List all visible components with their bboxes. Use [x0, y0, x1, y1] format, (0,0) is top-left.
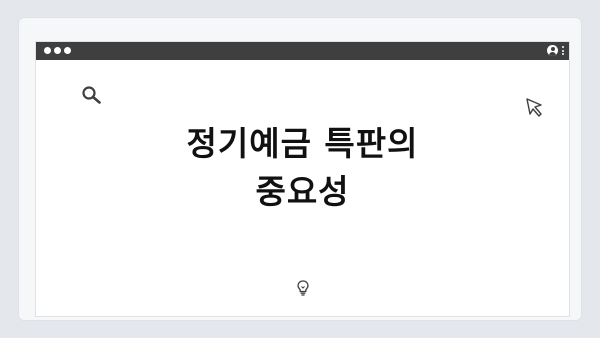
- slide-canvas: 정기예금 특판의 중요성: [0, 0, 600, 338]
- lightbulb-icon: [297, 280, 309, 296]
- page-title-line-1: 정기예금 특판의: [186, 124, 419, 163]
- cursor-icon: [526, 98, 542, 117]
- page-title-line-2: 중요성: [255, 172, 350, 211]
- search-icon: [82, 86, 101, 104]
- profile-icon[interactable]: [547, 45, 558, 56]
- window-dot-icon[interactable]: [54, 47, 61, 54]
- window-dot-icon[interactable]: [44, 47, 51, 54]
- window-dot-icon[interactable]: [64, 47, 71, 54]
- kebab-menu-icon[interactable]: [562, 46, 564, 55]
- titlebar-actions: [547, 45, 564, 56]
- window-controls: [44, 47, 71, 54]
- page-title: 정기예금 특판의 중요성: [36, 120, 569, 216]
- browser-window: 정기예금 특판의 중요성: [35, 41, 570, 317]
- window-titlebar: [36, 42, 569, 60]
